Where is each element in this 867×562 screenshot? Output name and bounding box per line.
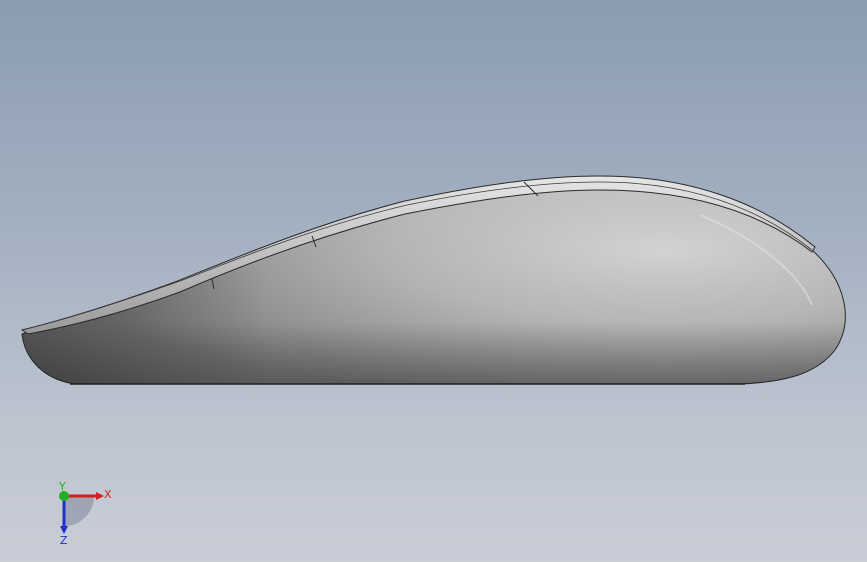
triad-shadow bbox=[64, 496, 94, 526]
graphics-viewport[interactable]: X Z Y bbox=[0, 0, 867, 562]
x-axis-label: X bbox=[104, 488, 112, 501]
z-axis-arrow bbox=[60, 526, 68, 534]
mouse-model[interactable] bbox=[0, 0, 867, 562]
z-axis-label: Z bbox=[60, 534, 68, 546]
x-axis-arrow bbox=[96, 492, 104, 500]
coordinate-triad[interactable]: X Z Y bbox=[50, 482, 120, 546]
y-axis-label: Y bbox=[58, 482, 66, 493]
